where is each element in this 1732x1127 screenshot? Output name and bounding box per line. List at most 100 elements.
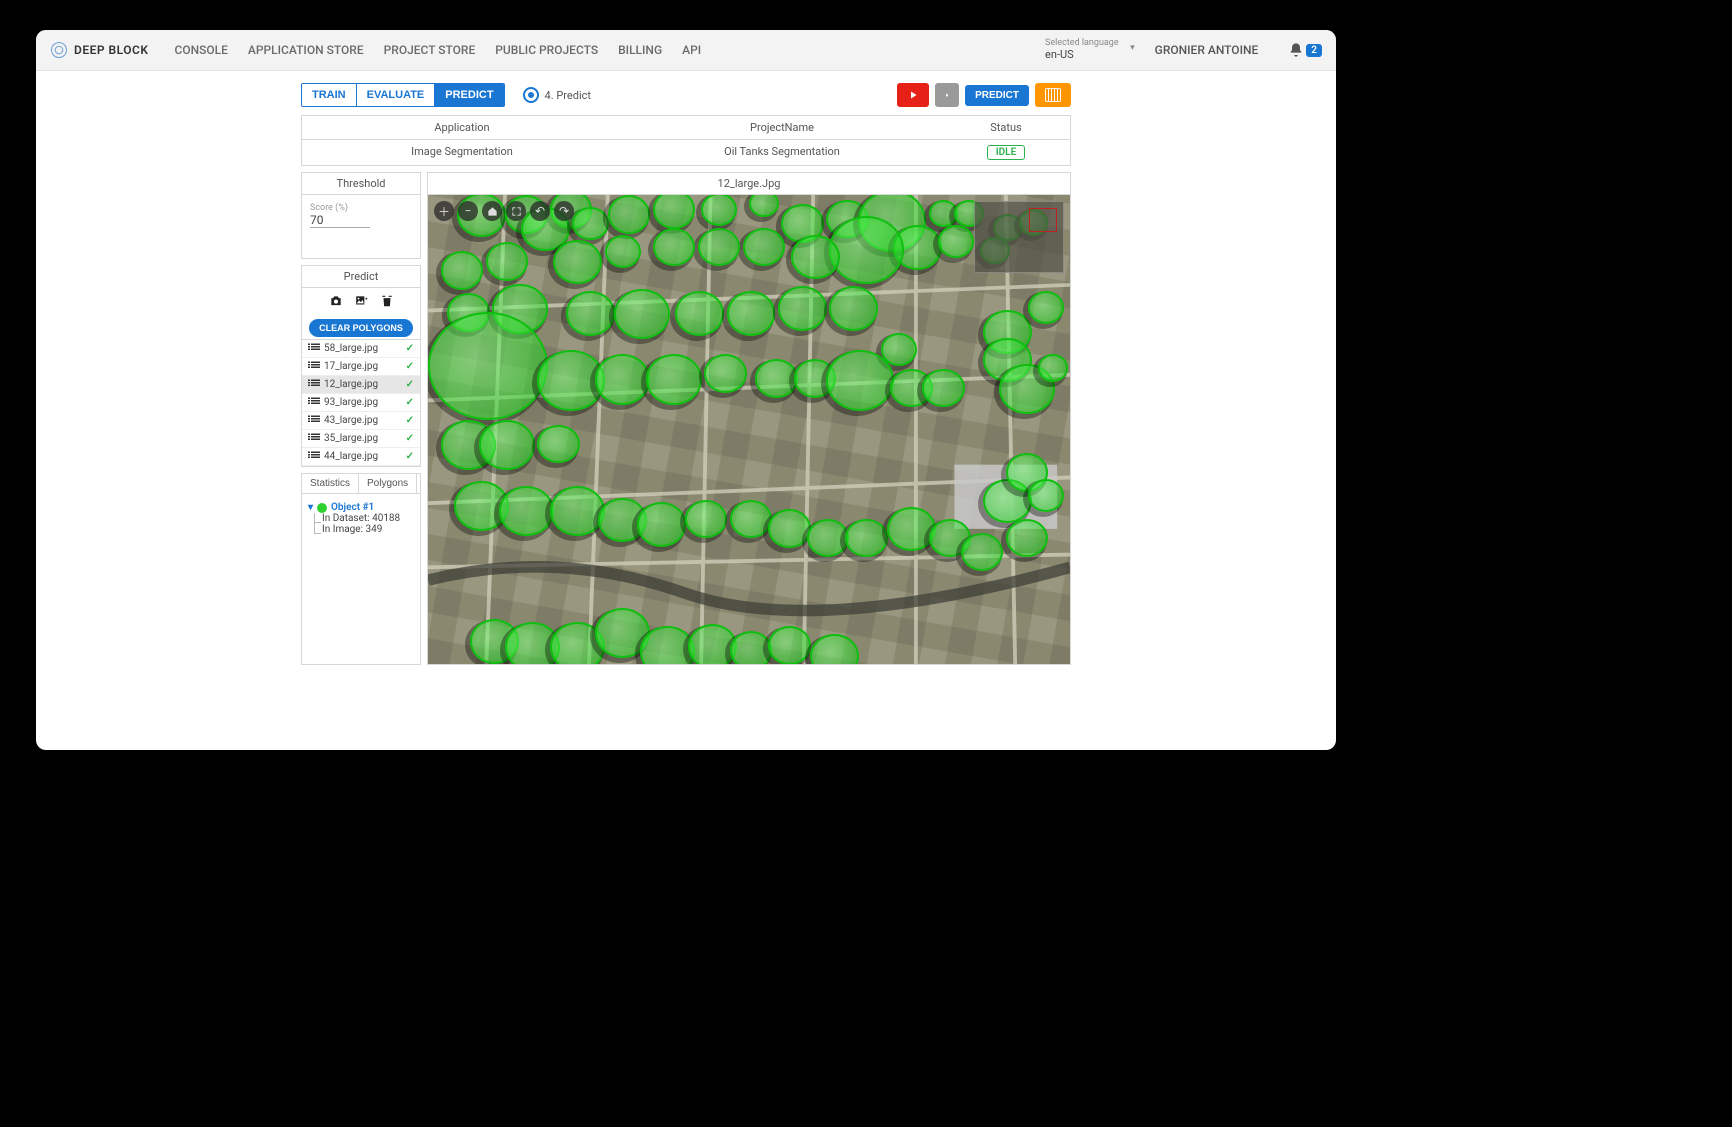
detected-tank[interactable] bbox=[653, 228, 696, 267]
file-item[interactable]: 12_large.jpg ✓ bbox=[302, 376, 420, 394]
score-input[interactable]: 70 bbox=[310, 213, 370, 228]
user-name[interactable]: GRONIER ANTOINE bbox=[1155, 43, 1259, 57]
detected-tank[interactable] bbox=[778, 286, 827, 330]
nav-console[interactable]: CONSOLE bbox=[174, 43, 227, 57]
keyboard-button[interactable] bbox=[1035, 83, 1071, 107]
clear-polygons-button[interactable]: CLEAR POLYGONS bbox=[309, 319, 413, 337]
fullscreen-button[interactable] bbox=[506, 201, 526, 221]
check-icon: ✓ bbox=[406, 415, 414, 426]
language-selector[interactable]: Selected language en-US ▾ bbox=[1045, 39, 1119, 61]
detected-tank[interactable] bbox=[486, 242, 529, 281]
stage-tabs: TRAIN EVALUATE PREDICT bbox=[301, 83, 505, 107]
detected-tank[interactable] bbox=[640, 626, 695, 664]
notifications-button[interactable]: 2 bbox=[1288, 42, 1322, 58]
file-list[interactable]: 58_large.jpg✓17_large.jpg✓ 12_large.jpg ✓ 9… bbox=[302, 339, 420, 466]
file-item[interactable]: 35_large.jpg✓ bbox=[302, 430, 420, 448]
detected-tank[interactable] bbox=[1028, 291, 1064, 324]
detected-tank[interactable] bbox=[688, 624, 737, 664]
nav-api[interactable]: API bbox=[682, 43, 701, 57]
detected-tank[interactable] bbox=[845, 519, 888, 558]
zoom-out-button[interactable]: − bbox=[458, 201, 478, 221]
detected-tank[interactable] bbox=[698, 228, 741, 267]
detected-tank[interactable] bbox=[807, 519, 850, 558]
add-image-icon[interactable] bbox=[354, 294, 370, 311]
detected-tank[interactable] bbox=[749, 195, 779, 217]
col-status: Status bbox=[942, 116, 1070, 139]
minimap-viewport[interactable] bbox=[1029, 208, 1057, 232]
check-icon: ✓ bbox=[406, 379, 414, 390]
detected-tank[interactable] bbox=[1006, 519, 1049, 558]
stats-object-node[interactable]: ▾ Object #1 bbox=[308, 502, 414, 513]
detected-tank[interactable] bbox=[1038, 354, 1068, 381]
tab-predict[interactable]: PREDICT bbox=[435, 84, 503, 106]
nav-billing[interactable]: BILLING bbox=[618, 43, 662, 57]
list-icon bbox=[308, 432, 320, 445]
viewer-canvas[interactable]: ＋ − ↶ ↷ bbox=[428, 195, 1070, 664]
detected-tank[interactable] bbox=[730, 631, 773, 664]
detected-tank[interactable] bbox=[938, 225, 974, 258]
lock-button[interactable] bbox=[935, 83, 959, 107]
tab-evaluate[interactable]: EVALUATE bbox=[357, 84, 436, 106]
tab-polygons[interactable]: Polygons bbox=[359, 474, 417, 493]
file-item[interactable]: 43_large.jpg ✓ bbox=[302, 412, 420, 430]
trash-icon[interactable] bbox=[380, 294, 394, 311]
camera-icon[interactable] bbox=[328, 294, 344, 311]
file-item[interactable]: 17_large.jpg✓ bbox=[302, 358, 420, 376]
rotate-left-button[interactable]: ↶ bbox=[530, 201, 550, 221]
tab-statistics[interactable]: Statistics bbox=[302, 474, 359, 493]
detected-tank[interactable] bbox=[810, 634, 859, 665]
detected-tank[interactable] bbox=[826, 350, 894, 412]
detected-tank[interactable] bbox=[829, 216, 904, 283]
nav-public-projects[interactable]: PUBLIC PROJECTS bbox=[495, 43, 598, 57]
file-item[interactable]: 44_large.jpg✓ bbox=[302, 448, 420, 466]
detected-tank[interactable] bbox=[961, 533, 1004, 572]
brand-logo[interactable]: DEEP BLOCK bbox=[50, 41, 148, 59]
detected-tank[interactable] bbox=[755, 359, 798, 398]
tab-train[interactable]: TRAIN bbox=[302, 84, 357, 106]
detected-tank[interactable] bbox=[605, 235, 641, 268]
detected-tank[interactable] bbox=[685, 500, 728, 539]
nav-application-store[interactable]: APPLICATION STORE bbox=[248, 43, 364, 57]
detected-tank[interactable] bbox=[922, 369, 965, 408]
file-item[interactable]: 58_large.jpg✓ bbox=[302, 340, 420, 358]
detected-tank[interactable] bbox=[614, 289, 669, 339]
detected-tank[interactable] bbox=[743, 228, 786, 267]
detected-tank[interactable] bbox=[791, 235, 840, 279]
detected-tank[interactable] bbox=[887, 507, 936, 551]
detected-tank[interactable] bbox=[553, 240, 602, 284]
detected-tank[interactable] bbox=[572, 207, 608, 240]
detected-tank[interactable] bbox=[829, 286, 878, 330]
detected-tank[interactable] bbox=[637, 502, 686, 546]
detected-tank[interactable] bbox=[441, 251, 484, 290]
detected-tank[interactable] bbox=[1028, 479, 1064, 512]
detected-tank[interactable] bbox=[550, 486, 605, 536]
detected-tank[interactable] bbox=[704, 354, 747, 393]
check-icon: ✓ bbox=[406, 361, 414, 372]
detected-tank[interactable] bbox=[727, 291, 776, 335]
detected-tank[interactable] bbox=[646, 354, 701, 404]
detected-tank[interactable] bbox=[653, 195, 696, 229]
detected-tank[interactable] bbox=[537, 425, 580, 464]
file-item[interactable]: 93_large.jpg✓ bbox=[302, 394, 420, 412]
nav-project-store[interactable]: PROJECT STORE bbox=[384, 43, 476, 57]
detected-tank[interactable] bbox=[768, 509, 811, 548]
youtube-button[interactable] bbox=[897, 83, 929, 107]
detected-tank[interactable] bbox=[479, 420, 534, 470]
detected-tank[interactable] bbox=[730, 500, 773, 539]
predict-button[interactable]: PREDICT bbox=[965, 85, 1029, 106]
detected-tank[interactable] bbox=[675, 291, 724, 335]
detected-tank[interactable] bbox=[608, 195, 651, 234]
detected-tank[interactable] bbox=[701, 195, 737, 226]
detected-tank[interactable] bbox=[595, 354, 650, 404]
detected-tank[interactable] bbox=[566, 291, 615, 335]
home-icon bbox=[487, 206, 498, 217]
detected-tank[interactable] bbox=[499, 486, 554, 536]
home-button[interactable] bbox=[482, 201, 502, 221]
minimap[interactable] bbox=[974, 201, 1064, 273]
zoom-in-button[interactable]: ＋ bbox=[434, 201, 454, 221]
detected-tank[interactable] bbox=[768, 626, 811, 664]
rotate-right-button[interactable]: ↷ bbox=[554, 201, 574, 221]
file-name: 12_large.jpg bbox=[324, 379, 378, 390]
file-name: 43_large.jpg bbox=[324, 415, 378, 426]
detected-tank[interactable] bbox=[428, 312, 548, 420]
